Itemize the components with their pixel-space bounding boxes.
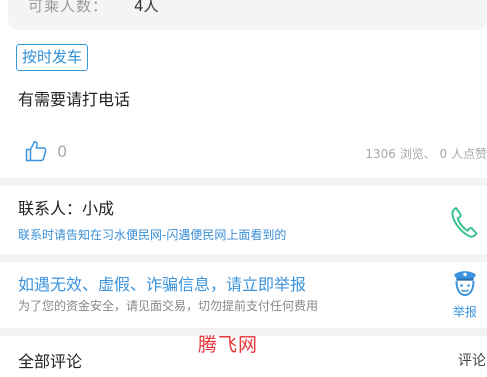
- report-warning-title: 如遇无效、虚假、诈骗信息，请立即举报: [18, 275, 307, 294]
- report-button[interactable]: 举报: [447, 266, 483, 320]
- phone-icon: [451, 207, 478, 238]
- thumbs-up-icon: [25, 141, 47, 162]
- contact-note: 联系时请告知在习水便民网-闪遇便民网上面看到的: [18, 228, 287, 242]
- police-icon: [454, 271, 476, 297]
- seats-label: 可乘人数：: [28, 0, 109, 15]
- like-count: 0: [57, 141, 68, 161]
- post-note: 有需要请打电话: [18, 90, 131, 109]
- seats-value: 4人: [134, 0, 159, 15]
- report-button-label: 举报: [452, 305, 477, 319]
- contact-name: 联系人：小成: [18, 199, 115, 218]
- comments-title: 全部评论: [18, 352, 83, 371]
- like-button[interactable]: 0: [24, 138, 84, 164]
- watermark: 腾飞网: [198, 334, 259, 356]
- view-stats: 1306 浏览、 0 人点赞: [365, 147, 487, 161]
- departure-tag: 按时发车: [16, 44, 89, 71]
- comment-link[interactable]: 评论: [458, 350, 486, 370]
- report-warning-subtitle: 为了您的资金安全，请见面交易，切勿提前支付任何费用: [18, 299, 319, 313]
- call-button[interactable]: [448, 204, 480, 240]
